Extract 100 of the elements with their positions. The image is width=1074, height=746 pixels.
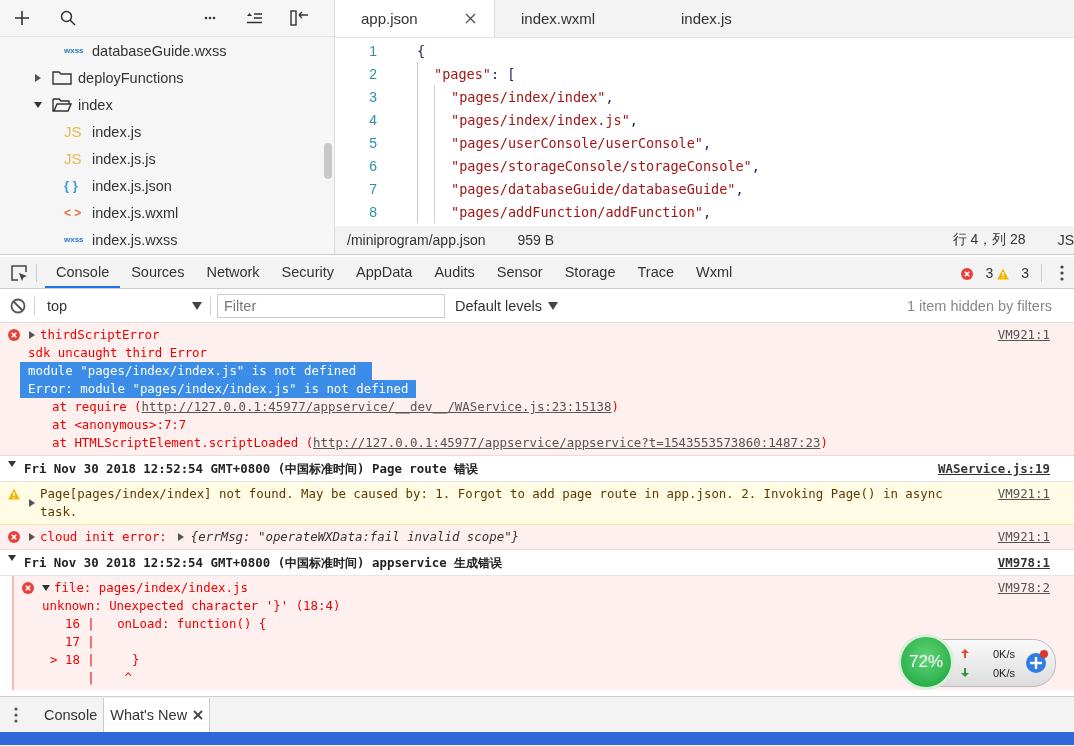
code-text: "pages/userConsole/userConsole",	[451, 134, 712, 151]
line-number: 6	[368, 157, 378, 174]
code-frame-line: 16 | onLoad: function() {	[63, 616, 267, 631]
expand-arrow-icon[interactable]	[34, 73, 42, 82]
code-text: "pages/index/index",	[451, 88, 614, 105]
source-link[interactable]: VM978:2	[997, 579, 1050, 597]
file-name[interactable]: index.js.js	[92, 150, 156, 167]
devtools-tab[interactable]: Audits	[423, 257, 486, 288]
folder-name[interactable]: index	[78, 96, 113, 113]
close-icon[interactable]	[465, 13, 476, 24]
dropdown-arrow-icon	[192, 301, 202, 310]
upload-speed: 0K/s	[993, 648, 1015, 660]
line-number: 3	[368, 88, 378, 105]
code-frame-line: 17 |	[63, 634, 95, 649]
collapse-list-icon[interactable]	[246, 12, 262, 24]
code-frame-line: > 18 | }	[50, 652, 140, 667]
devtools-tab[interactable]: Trace	[626, 257, 685, 288]
add-icon[interactable]	[14, 10, 30, 26]
error-object: {errMsg: "operateWXData:fail invalid scope"}	[190, 529, 520, 544]
file-name[interactable]: index.js	[92, 123, 142, 140]
filter-field[interactable]: Filter	[217, 293, 445, 318]
devtools-tab[interactable]: Storage	[553, 257, 627, 288]
devtools-tab[interactable]: Security	[270, 257, 345, 288]
wxss-file-icon: wxss	[64, 235, 86, 244]
json-file-icon: { }	[64, 178, 86, 193]
collapse-arrow-icon[interactable]	[34, 100, 42, 109]
error-icon	[22, 582, 34, 594]
devtools-tab[interactable]: Wxml	[685, 257, 744, 288]
folder-icon	[52, 69, 72, 86]
upload-arrow-icon	[961, 649, 969, 658]
add-icon[interactable]	[1025, 649, 1049, 675]
download-arrow-icon	[961, 668, 969, 677]
source-link[interactable]: VM921:1	[997, 485, 1050, 503]
cursor-position: 行 4，列 28	[952, 231, 1026, 249]
hidden-items-note: 1 item hidden by filters	[906, 297, 1053, 314]
code-text: "pages/index/index.js",	[451, 111, 638, 128]
file-tab[interactable]: app.json	[335, 0, 495, 37]
line-number: 4	[368, 111, 378, 128]
file-tab[interactable]: index.js	[655, 0, 815, 37]
expand-arrow-icon[interactable]	[28, 533, 36, 541]
error-title: cloud init error:	[40, 528, 167, 546]
collapse-arrow-icon[interactable]	[8, 554, 16, 562]
error-icon	[961, 268, 974, 280]
js-file-icon: JS	[64, 123, 86, 140]
devtools-tab[interactable]: AppData	[345, 257, 424, 288]
expand-arrow-icon[interactable]	[28, 331, 36, 339]
drawer-tab[interactable]: Console	[38, 697, 104, 732]
stack-link[interactable]: http://127.0.0.1:45977/appservice/appservice?t=1543553573860:1487:23	[313, 435, 821, 450]
devtools-tab[interactable]: Console	[45, 257, 121, 288]
file-tab[interactable]: index.wxml	[495, 0, 655, 37]
devtools-tab[interactable]: Sensor	[485, 257, 554, 288]
warning-icon	[997, 268, 1010, 280]
drawer-tab[interactable]: What's New	[103, 697, 211, 732]
devtools-tab[interactable]: Network	[195, 257, 271, 288]
folder-name[interactable]: deployFunctions	[78, 69, 184, 86]
source-link[interactable]: WAService.js:19	[938, 460, 1050, 478]
error-count: 3	[985, 264, 994, 281]
source-link[interactable]: VM978:1	[997, 554, 1050, 572]
context-selector[interactable]: top	[35, 297, 210, 314]
download-speed: 0K/s	[993, 667, 1015, 679]
expand-arrow-icon[interactable]	[28, 499, 36, 507]
close-icon[interactable]	[193, 709, 204, 720]
language-mode: JS	[1057, 232, 1074, 248]
source-link[interactable]: VM921:1	[997, 326, 1050, 344]
source-link[interactable]: VM921:1	[997, 528, 1050, 546]
group-title: Fri Nov 30 2018 12:52:54 GMT+0800 (中国标准时间) Page route 错误	[24, 461, 479, 476]
code-frame-line: | ^	[86, 670, 133, 685]
stack-link[interactable]: http://127.0.0.1:45977/appservice/__dev__/WAService.js:23:15138	[141, 399, 612, 414]
clear-console-icon[interactable]	[10, 297, 26, 314]
sidebar-toggle-icon[interactable]	[290, 10, 310, 26]
code-text: {	[417, 42, 426, 59]
error-line: sdk uncaught third Error	[28, 345, 208, 360]
wxss-file-icon: wxss	[64, 46, 86, 55]
error-icon	[8, 531, 20, 543]
more-vertical-icon[interactable]	[1060, 264, 1064, 281]
file-name[interactable]: index.js.json	[92, 177, 172, 194]
file-name[interactable]: index.js.wxml	[92, 204, 179, 221]
line-number: 7	[368, 180, 378, 197]
more-vertical-icon[interactable]	[14, 706, 18, 723]
levels-dropdown[interactable]: Default levels	[455, 297, 559, 314]
stack-frame: at HTMLScriptElement.scriptLoaded (http://127.0.0.1:45977/appservice/appservice?t=1543553573860:1487:23)	[52, 435, 828, 450]
expand-arrow-icon[interactable]	[176, 533, 185, 541]
search-icon[interactable]	[60, 10, 76, 26]
wxml-file-icon: < >	[64, 205, 86, 220]
error-icon	[8, 329, 20, 341]
warning-count: 3	[1021, 264, 1029, 281]
code-text: "pages/databaseGuide/databaseGuide",	[451, 180, 744, 197]
file-name[interactable]: index.js.wxss	[92, 231, 178, 248]
collapse-arrow-icon[interactable]	[42, 584, 50, 592]
inspect-icon[interactable]	[10, 263, 28, 282]
error-title: thirdScriptError	[40, 326, 160, 344]
file-size: 959 B	[517, 232, 555, 248]
file-name[interactable]: databaseGuide.wxss	[92, 42, 227, 59]
stack-frame: at <anonymous>:7:7	[52, 417, 187, 432]
error-title: file: pages/index/index.js	[54, 579, 248, 597]
code-text: "pages": [	[434, 65, 516, 82]
collapse-arrow-icon[interactable]	[8, 460, 16, 468]
devtools-tab[interactable]: Sources	[120, 257, 196, 288]
scrollbar-thumb[interactable]	[324, 143, 332, 179]
more-icon[interactable]	[204, 16, 216, 20]
